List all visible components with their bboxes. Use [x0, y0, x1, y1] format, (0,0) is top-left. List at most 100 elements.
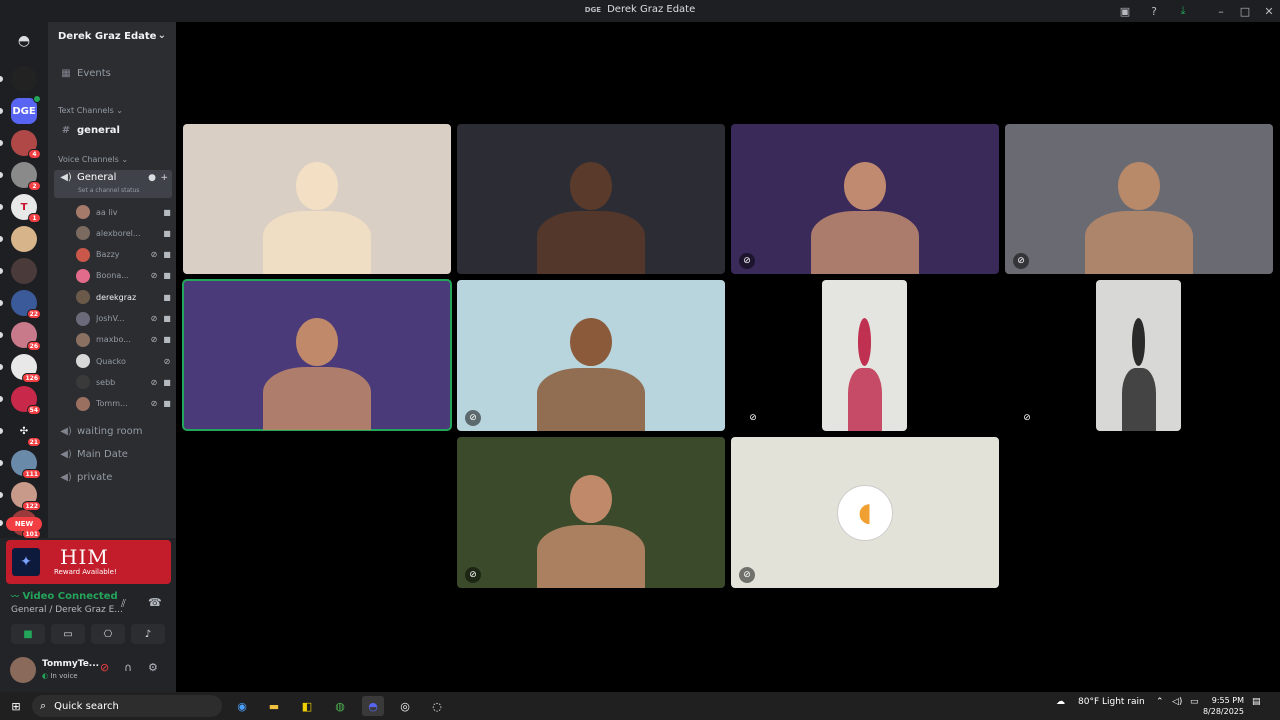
voice-member[interactable]: Tomm... ⊘ ■: [76, 396, 172, 412]
server-icon[interactable]: [11, 226, 37, 252]
download-icon[interactable]: ⤓: [1175, 3, 1191, 19]
guild-name: Derek Graz Edate: [58, 31, 157, 42]
server-icon[interactable]: 54: [11, 386, 41, 415]
member-name: Boona...: [96, 271, 129, 281]
video-tile[interactable]: [457, 124, 725, 274]
voice-member[interactable]: derekgraz ■: [76, 289, 172, 305]
server-icon[interactable]: [11, 66, 37, 92]
server-icon[interactable]: 26: [11, 322, 41, 351]
guild-header[interactable]: Derek Graz Edate ⌄: [48, 22, 176, 52]
connection-status[interactable]: 〰 Video Connected: [11, 591, 118, 602]
screen-share-button[interactable]: ▭: [51, 624, 85, 644]
channel-label: general: [77, 124, 120, 136]
edge-icon[interactable]: ◉: [232, 696, 252, 716]
voice-channel[interactable]: ◀) Main Date: [54, 445, 172, 463]
voice-member[interactable]: Bazzy ⊘ ■: [76, 247, 172, 263]
server-icon[interactable]: [11, 258, 37, 284]
muted-mic-icon: ⊘: [465, 410, 481, 426]
activity-button[interactable]: ⎔: [91, 624, 125, 644]
voice-channel-general[interactable]: ◀) General Set a channel status ● +: [54, 170, 172, 198]
text-channels-category[interactable]: Text Channels ⌄: [58, 106, 123, 115]
unread-pill: [0, 492, 3, 498]
volume-icon[interactable]: ◁): [1172, 697, 1182, 707]
weather-text[interactable]: 80°F Light rain: [1078, 697, 1145, 707]
app-icon[interactable]: ◌: [427, 696, 447, 716]
server-icon[interactable]: ✣ 21: [11, 418, 41, 447]
chat-bubble-icon[interactable]: ●: [148, 173, 156, 183]
video-tile[interactable]: ⊘: [745, 280, 907, 431]
video-icon: ■: [163, 399, 171, 409]
voice-member[interactable]: aa liv ■: [76, 204, 172, 220]
disconnect-icon[interactable]: ☎: [148, 596, 162, 609]
soundboard-button[interactable]: ♪: [131, 624, 165, 644]
member-name: sebb: [96, 377, 116, 387]
minimize-icon[interactable]: –: [1213, 3, 1229, 19]
user-info[interactable]: TommyTe... ◐ In voice ⊘ ∩ ⚙: [10, 655, 170, 685]
help-icon[interactable]: ?: [1146, 3, 1162, 19]
video-tile[interactable]: [182, 279, 452, 431]
video-icon: ■: [163, 207, 171, 217]
notifications-icon[interactable]: ▤: [1252, 697, 1261, 707]
server-icon[interactable]: T1: [11, 194, 41, 223]
participant-silhouette: [1117, 161, 1161, 210]
discord-home-icon[interactable]: ◓: [11, 28, 37, 54]
voice-member[interactable]: sebb ⊘ ■: [76, 374, 172, 390]
obs-icon[interactable]: ◎: [395, 696, 415, 716]
server-icon[interactable]: 22: [11, 290, 41, 319]
headphones-icon[interactable]: ∩: [124, 661, 132, 674]
close-icon[interactable]: ✕: [1261, 3, 1277, 19]
video-tile[interactable]: ⊘: [457, 280, 725, 431]
avatar: [76, 290, 90, 305]
video-tile[interactable]: ⊘: [1005, 124, 1273, 274]
voice-channel[interactable]: ◀) private: [54, 468, 172, 486]
server-icon[interactable]: 122: [11, 482, 41, 511]
video-tile[interactable]: ◖ ⊘: [731, 437, 999, 588]
voice-member[interactable]: Boona... ⊘ ■: [76, 268, 172, 284]
video-tile[interactable]: ⊘: [457, 437, 725, 588]
camera-button[interactable]: ■: [11, 624, 45, 644]
voice-member[interactable]: JoshV... ⊘ ■: [76, 311, 172, 327]
promo-banner[interactable]: ✦ HIM Reward Available!: [6, 540, 171, 584]
voice-channels-category[interactable]: Voice Channels ⌄: [58, 155, 128, 164]
windows-start-icon[interactable]: ⊞: [8, 696, 24, 716]
add-user-icon[interactable]: +: [160, 173, 168, 183]
video-tile[interactable]: ⊘: [731, 124, 999, 274]
noise-suppression-icon[interactable]: ⫽: [121, 597, 126, 611]
settings-gear-icon[interactable]: ⚙: [148, 661, 158, 674]
voice-member[interactable]: maxbo... ⊘ ■: [76, 332, 172, 348]
events-item[interactable]: ▦ Events: [54, 64, 172, 82]
quick-search[interactable]: ⌕ Quick search: [32, 695, 222, 717]
unread-pill: [0, 236, 3, 242]
muted-mic-icon: ⊘: [739, 253, 755, 269]
server-icon[interactable]: 4: [11, 130, 41, 159]
weather-icon[interactable]: ☁: [1056, 697, 1065, 707]
voice-member[interactable]: Quacko ⊘: [76, 353, 172, 369]
server-icon[interactable]: 126: [11, 354, 41, 383]
mention-badge: 1: [28, 213, 41, 223]
chrome-icon[interactable]: ◍: [330, 696, 350, 716]
channel-general-text[interactable]: # general: [54, 121, 172, 139]
file-explorer-icon[interactable]: ▬: [264, 696, 284, 716]
inbox-icon[interactable]: ▣: [1117, 3, 1133, 19]
new-badge[interactable]: NEW: [6, 517, 42, 531]
unread-pill: [0, 396, 3, 402]
sticky-notes-icon[interactable]: ◧: [297, 696, 317, 716]
system-clock[interactable]: 9:55 PM 8/28/2025: [1203, 695, 1244, 717]
mute-mic-icon[interactable]: ⊘: [100, 661, 109, 674]
server-icon[interactable]: DGE: [11, 95, 41, 124]
tray-chevron-icon[interactable]: ⌃: [1156, 697, 1164, 707]
network-icon[interactable]: ▭: [1190, 697, 1199, 707]
server-icon[interactable]: 2: [11, 162, 41, 191]
server-icon[interactable]: 111: [11, 450, 41, 479]
voice-channel[interactable]: ◀) waiting room: [54, 422, 172, 440]
video-tile[interactable]: ⊘: [1019, 280, 1181, 431]
member-name: Quacko: [96, 356, 126, 366]
voice-member[interactable]: alexborel... ■: [76, 225, 172, 241]
channel-status-placeholder[interactable]: Set a channel status: [78, 187, 139, 194]
discord-taskbar-icon[interactable]: ◓: [362, 696, 384, 716]
connection-location[interactable]: General / Derek Graz E...: [11, 605, 123, 615]
maximize-icon[interactable]: □: [1237, 3, 1253, 19]
video-tile[interactable]: [183, 124, 451, 274]
hashtag-icon: #: [61, 124, 71, 136]
avatar[interactable]: [10, 657, 36, 683]
